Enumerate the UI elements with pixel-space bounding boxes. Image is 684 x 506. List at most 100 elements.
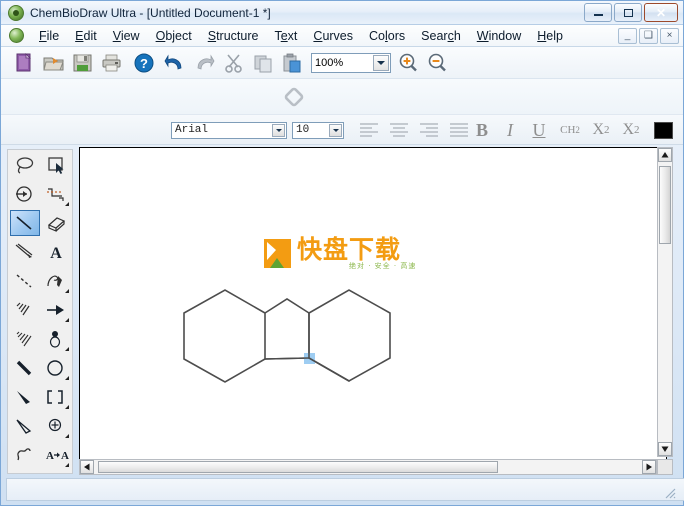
font-family-value: Arial <box>175 124 209 136</box>
lasso-select-tool[interactable] <box>10 152 40 178</box>
subscript-button[interactable]: X2 <box>589 119 613 141</box>
solid-bond-tool[interactable] <box>10 210 40 236</box>
zoom-in-icon[interactable] <box>397 52 421 74</box>
molecule-bonds <box>183 289 391 383</box>
chembiodraw-window: ChemBioDraw Ultra - [Untitled Document-1… <box>0 0 684 506</box>
arrow-tool[interactable] <box>41 297 71 323</box>
menu-help[interactable]: Help <box>529 27 571 45</box>
menu-bar: File Edit View Object Structure Text Cur… <box>1 25 683 47</box>
window-controls: ✕ <box>584 3 678 23</box>
window-title: ChemBioDraw Ultra - [Untitled Document-1… <box>30 6 271 20</box>
mdi-minimize-button[interactable]: _ <box>618 28 637 44</box>
mdi-window-controls: _ ❑ × <box>618 28 679 44</box>
font-size-value: 10 <box>296 124 310 136</box>
document-icon[interactable] <box>9 28 24 43</box>
underline-button[interactable]: U <box>529 119 549 141</box>
minimize-button[interactable] <box>584 3 612 22</box>
align-center-icon[interactable] <box>387 121 411 140</box>
dashed-path-tool[interactable] <box>41 181 71 207</box>
bold-bond-tool[interactable] <box>10 355 40 381</box>
font-family-combo[interactable]: Arial <box>171 122 287 139</box>
vertical-scrollbar[interactable] <box>657 147 673 457</box>
font-size-combo[interactable]: 10 <box>292 122 344 139</box>
charge-tool[interactable] <box>41 413 71 439</box>
pen-tool[interactable] <box>41 268 71 294</box>
eraser-insert-tool[interactable] <box>10 181 40 207</box>
fluorene-tricyclic-structure[interactable] <box>79 147 667 480</box>
close-button[interactable]: ✕ <box>644 3 678 22</box>
zoom-combo[interactable]: 100% <box>311 53 391 73</box>
save-document-icon[interactable] <box>71 52 95 74</box>
chembiodraw-logo-icon <box>8 5 24 21</box>
cut-icon[interactable] <box>223 52 247 74</box>
open-document-icon[interactable] <box>42 52 66 74</box>
align-justify-icon[interactable] <box>447 121 471 140</box>
tool-palette: A A A <box>7 149 73 474</box>
vertical-scroll-thumb[interactable] <box>659 166 671 244</box>
new-document-icon[interactable] <box>13 52 37 74</box>
multiple-bond-tool[interactable] <box>10 239 40 265</box>
formula-button[interactable]: CH 2 <box>557 119 583 141</box>
menu-colors[interactable]: Colors <box>361 27 413 45</box>
scroll-up-button[interactable] <box>658 148 672 162</box>
bold-button[interactable]: B <box>472 119 492 141</box>
atom-replace-tool[interactable]: A A <box>41 442 71 468</box>
menu-edit[interactable]: Edit <box>67 27 105 45</box>
hash-bond-tool[interactable] <box>10 297 40 323</box>
eraser-tool[interactable] <box>41 210 71 236</box>
scrollbar-corner <box>657 459 673 475</box>
font-size-dropdown-arrow[interactable] <box>329 124 342 137</box>
mdi-restore-button[interactable]: ❑ <box>639 28 658 44</box>
scroll-left-button[interactable] <box>80 460 94 474</box>
menu-structure[interactable]: Structure <box>200 27 267 45</box>
menu-search[interactable]: Search <box>413 27 469 45</box>
help-icon[interactable]: ? <box>133 52 157 74</box>
maximize-button[interactable] <box>614 3 642 22</box>
align-right-icon[interactable] <box>417 121 441 140</box>
menu-object[interactable]: Object <box>148 27 200 45</box>
text-color-swatch[interactable] <box>654 122 673 139</box>
squiggle-bond-tool[interactable] <box>10 442 40 468</box>
scroll-down-button[interactable] <box>658 442 672 456</box>
zoom-out-icon[interactable] <box>426 52 450 74</box>
marquee-select-tool[interactable] <box>41 152 71 178</box>
italic-button[interactable]: I <box>501 119 519 141</box>
undo-icon[interactable] <box>164 52 188 74</box>
align-left-icon[interactable] <box>357 121 381 140</box>
hollow-wedge-tool[interactable] <box>10 413 40 439</box>
menu-file[interactable]: File <box>31 27 67 45</box>
print-document-icon[interactable] <box>100 52 124 74</box>
orbital-tool[interactable] <box>41 326 71 352</box>
zoom-value: 100% <box>315 57 344 69</box>
shape-toolbar <box>1 79 683 115</box>
paste-icon[interactable] <box>281 52 305 74</box>
svg-text:A: A <box>46 450 54 462</box>
resize-grip-icon[interactable] <box>662 485 676 499</box>
horizontal-scrollbar[interactable] <box>79 459 657 475</box>
horizontal-scroll-thumb[interactable] <box>98 461 498 473</box>
status-bar <box>6 478 684 501</box>
text-tool[interactable]: A <box>41 239 71 265</box>
svg-text:?: ? <box>140 56 148 71</box>
menu-window[interactable]: Window <box>469 27 529 45</box>
dashed-bond-tool[interactable] <box>10 268 40 294</box>
status-pane-main <box>6 478 684 501</box>
scroll-right-button[interactable] <box>642 460 656 474</box>
menu-curves[interactable]: Curves <box>305 27 361 45</box>
copy-icon[interactable] <box>252 52 276 74</box>
redo-icon[interactable] <box>193 52 217 74</box>
title-bar: ChemBioDraw Ultra - [Untitled Document-1… <box>1 1 683 25</box>
superscript-button[interactable]: X2 <box>619 119 643 141</box>
main-toolbar: ? 100% <box>1 47 683 79</box>
hashed-wedge-tool[interactable] <box>10 326 40 352</box>
bracket-tool[interactable] <box>41 384 71 410</box>
mdi-close-button[interactable]: × <box>660 28 679 44</box>
font-dropdown-arrow[interactable] <box>272 124 285 137</box>
menu-view[interactable]: View <box>105 27 148 45</box>
menu-text[interactable]: Text <box>266 27 305 45</box>
zoom-dropdown-arrow[interactable] <box>373 55 389 71</box>
wedge-bond-tool[interactable] <box>10 384 40 410</box>
diamond-shape-icon[interactable] <box>283 86 305 108</box>
menu-items: File Edit View Object Structure Text Cur… <box>31 25 571 47</box>
ring-tool[interactable] <box>41 355 71 381</box>
